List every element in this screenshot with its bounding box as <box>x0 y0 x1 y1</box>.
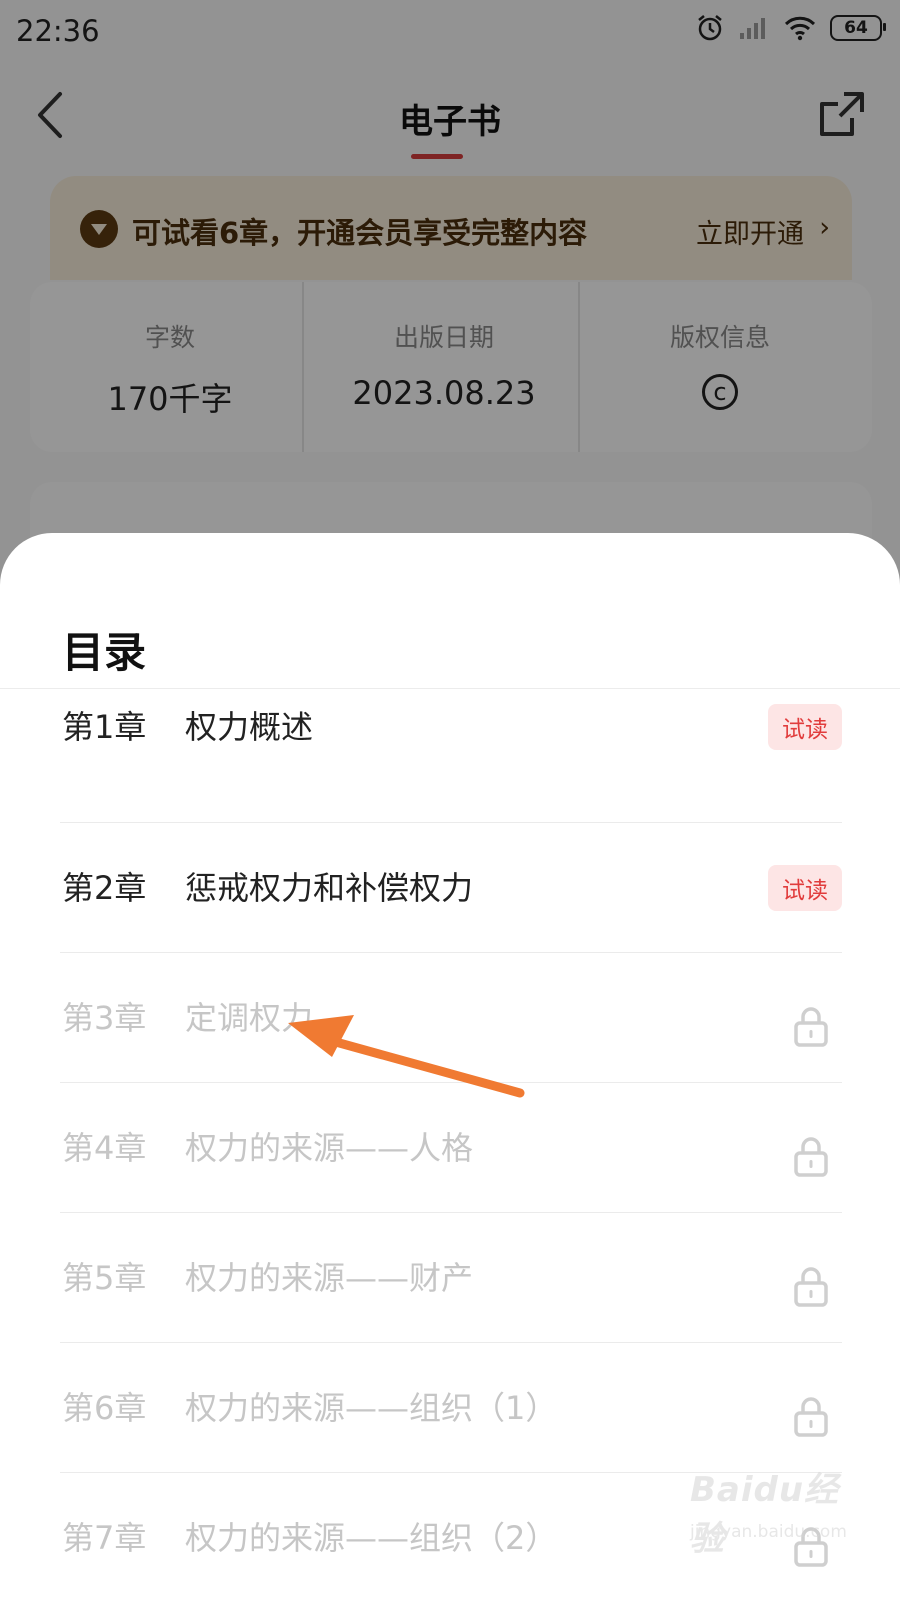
chapter-number: 第3章 <box>62 999 147 1037</box>
chapter-number: 第4章 <box>62 1129 147 1167</box>
lock-icon <box>794 1137 828 1177</box>
lock-icon <box>794 1007 828 1047</box>
toc-title: 目录 <box>62 628 147 677</box>
chapter-title: 权力概述 <box>185 708 314 746</box>
toc-chapter-row[interactable]: 第2章 惩戒权力和补偿权力 试读 <box>60 823 842 953</box>
lock-icon <box>794 1397 828 1437</box>
chapter-title: 惩戒权力和补偿权力 <box>185 869 474 907</box>
watermark-url: jingyan.baidu.com <box>690 1522 847 1542</box>
trial-badge: 试读 <box>768 865 842 911</box>
trial-badge: 试读 <box>768 704 842 750</box>
chapter-title: 权力的来源——组织（2） <box>185 1519 558 1557</box>
toc-chapter-row[interactable]: 第5章 权力的来源——财产 <box>60 1213 842 1343</box>
chapter-number: 第5章 <box>62 1259 147 1297</box>
chapter-number: 第7章 <box>62 1519 147 1557</box>
lock-icon <box>794 1267 828 1307</box>
chapter-title: 权力的来源——人格 <box>185 1129 474 1167</box>
toc-chapter-row[interactable]: 第1章 权力概述 试读 <box>60 688 842 823</box>
chapter-title: 权力的来源——组织（1） <box>185 1389 558 1427</box>
toc-chapter-row[interactable]: 第6章 权力的来源——组织（1） <box>60 1343 842 1473</box>
chapter-number: 第6章 <box>62 1389 147 1427</box>
annotation-arrow <box>288 1015 525 1098</box>
chapter-number: 第2章 <box>62 869 147 907</box>
chapter-number: 第1章 <box>62 708 147 746</box>
watermark-logo-text: Baidu经验 <box>690 1470 840 1559</box>
chapter-title: 权力的来源——财产 <box>185 1259 474 1297</box>
watermark: Baidu经验 jingyan.baidu.com <box>690 1462 870 1562</box>
